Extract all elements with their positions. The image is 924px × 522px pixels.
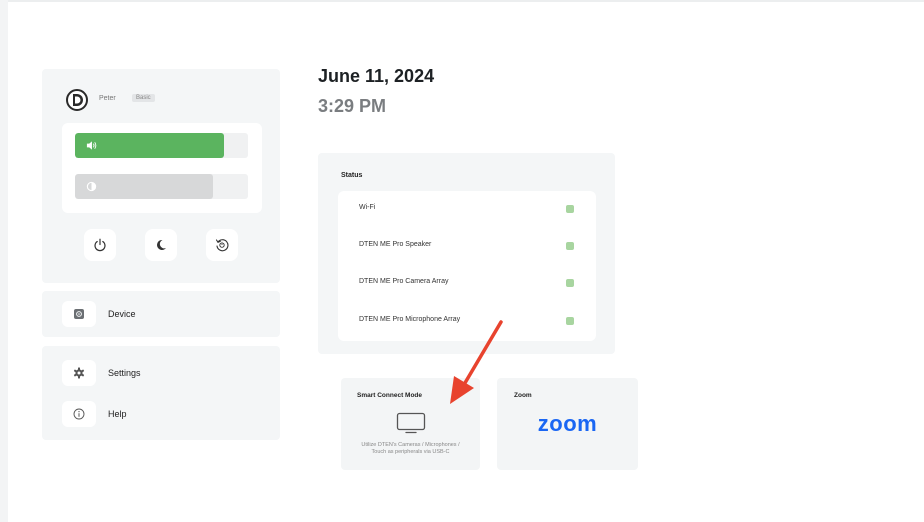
top-edge [0,0,924,2]
menu-item-settings-label: Settings [108,368,141,378]
left-edge [0,0,8,522]
smart-connect-description: Utilize DTEN's Cameras / Microphones / T… [361,442,460,455]
user-plan-badge: Basic [132,94,155,102]
sliders-card [62,123,262,213]
settings-icon-box [62,360,96,386]
user-name: Peter [99,95,116,102]
status-label: DTEN ME Pro Camera Array [359,278,449,285]
power-button[interactable] [84,229,116,261]
device-icon [74,309,84,319]
status-title: Status [341,172,363,179]
annotation-arrow [450,320,503,404]
info-icon [73,408,85,420]
settings-help-panel: Settings Help [42,346,280,440]
volume-slider-fill [75,133,224,158]
status-indicator [566,205,574,213]
current-time: 3:29 PM [318,96,387,116]
gear-icon [73,367,85,379]
status-label: Wi-Fi [359,204,376,211]
restart-icon [215,239,229,252]
menu-item-settings[interactable]: Settings [42,358,280,388]
profile-panel: Peter Basic [42,69,280,283]
status-label: DTEN ME Pro Speaker [359,241,432,248]
restart-button[interactable] [206,229,238,261]
status-row-camera: DTEN ME Pro Camera Array [338,273,596,293]
status-indicator [566,279,574,287]
avatar[interactable] [66,89,88,111]
moon-icon [157,239,166,250]
menu-item-help[interactable]: Help [42,399,280,429]
brightness-icon [86,181,97,192]
sleep-button[interactable] [145,229,177,261]
menu-item-help-label: Help [108,409,127,419]
current-date: June 11, 2024 [318,66,435,86]
status-indicator [566,242,574,250]
smart-connect-title: Smart Connect Mode [357,392,423,399]
zoom-logo: zoom [537,411,598,436]
help-icon-box [62,401,96,427]
status-row-speaker: DTEN ME Pro Speaker [338,236,596,256]
volume-slider[interactable] [75,133,248,158]
power-icon [94,238,106,252]
status-row-wifi: Wi-Fi [338,199,596,219]
device-panel: Device [42,291,280,337]
brightness-slider[interactable] [75,174,248,199]
monitor-icon [396,412,426,434]
speaker-icon [86,141,97,150]
device-icon-box [62,301,96,327]
menu-item-device[interactable]: Device [42,299,280,329]
menu-item-device-label: Device [108,309,136,319]
status-indicator [566,317,574,325]
